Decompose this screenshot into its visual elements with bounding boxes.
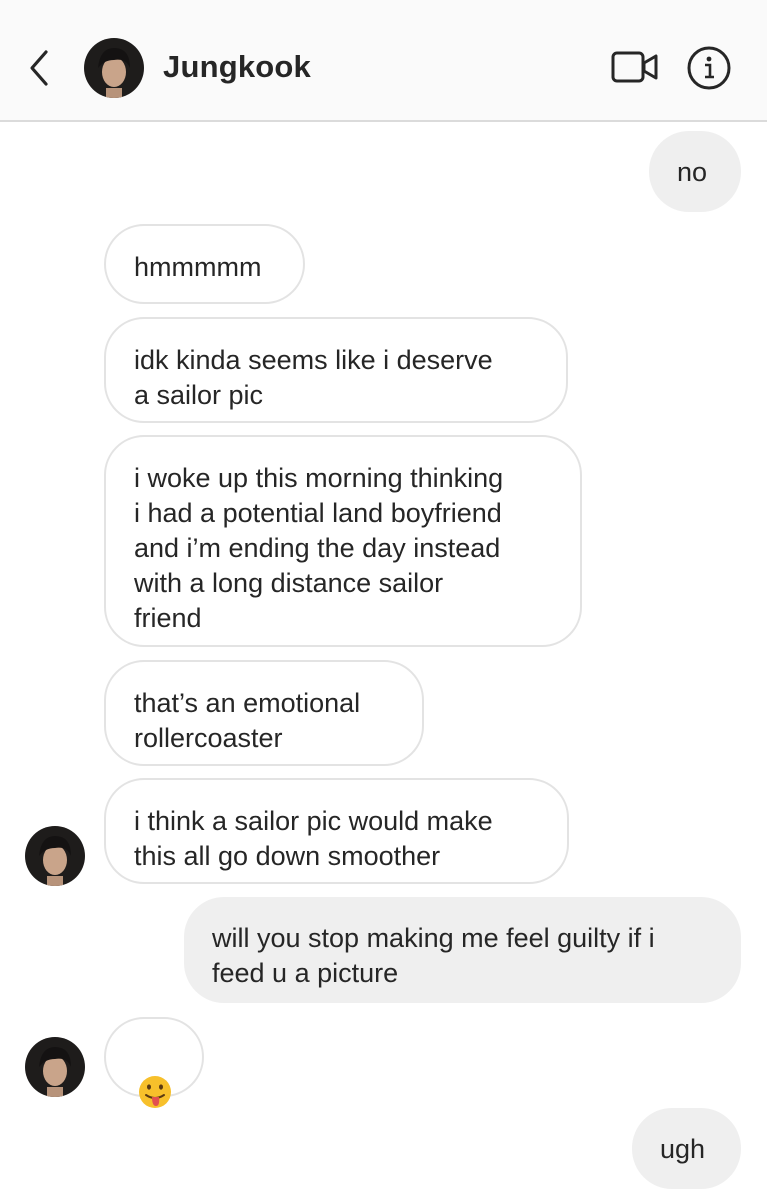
incoming-message: i woke up this morning thinking i had a … [104,435,582,647]
chat-header: Jungkook [0,0,767,122]
info-icon [687,46,731,90]
info-button[interactable] [686,45,732,91]
incoming-message: idk kinda seems like i deserve a sailor … [104,317,568,423]
incoming-message: i think a sailor pic would make this all… [104,778,569,884]
outgoing-message: ugh [632,1108,741,1189]
outgoing-message: no [649,131,741,212]
incoming-message: that’s an emotional rollercoaster [104,660,424,766]
sender-avatar[interactable] [25,826,85,886]
chevron-left-icon [30,50,48,86]
outgoing-message: will you stop making me feel guilty if i… [184,897,741,1003]
tongue-out-face-emoji [139,1076,171,1108]
incoming-emoji-message [104,1017,204,1108]
video-call-button[interactable] [610,48,660,88]
sender-avatar[interactable] [25,1037,85,1097]
avatar[interactable] [84,38,144,98]
contact-name[interactable]: Jungkook [163,49,311,85]
back-button[interactable] [22,44,62,92]
incoming-message: hmmmmm [104,224,305,304]
video-camera-icon [611,51,658,83]
